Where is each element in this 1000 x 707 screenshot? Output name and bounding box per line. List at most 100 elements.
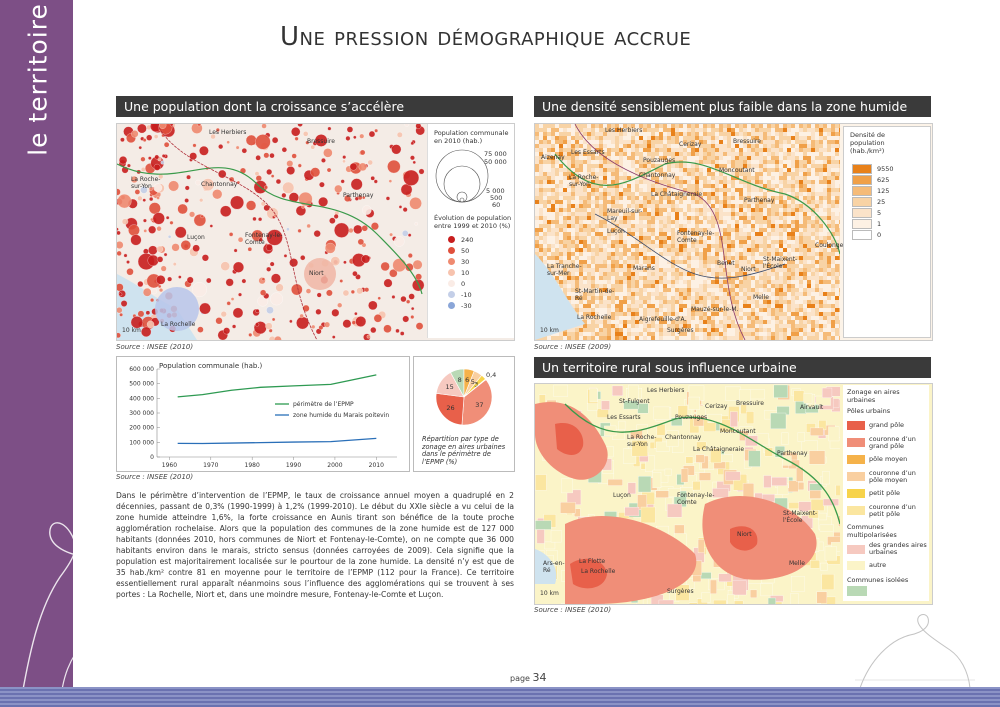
commune-circle [395, 328, 400, 333]
map3-legend-swatch [847, 506, 865, 515]
map2-legend-list: 9550 625 125 25 5 1 0 [852, 163, 894, 240]
map3-label-18: La Rochelle [581, 568, 616, 575]
pie-slice-label: 8 [458, 376, 462, 384]
commune-circle [201, 254, 209, 262]
commune-circle [327, 126, 332, 131]
commune-circle [306, 223, 311, 229]
density-map: Les Herbiers Cerizay Bressuire Aizenay L… [534, 123, 933, 341]
commune-circle [297, 124, 303, 127]
commune-circle [146, 320, 155, 328]
bottom-band [0, 687, 1000, 707]
commune-circle [156, 196, 160, 200]
commune-circle [356, 287, 364, 295]
commune-circle [334, 222, 350, 238]
commune-circle [366, 334, 371, 339]
commune-circle [412, 160, 416, 165]
commune-circle [189, 211, 196, 218]
commune-circle [191, 124, 203, 134]
commune-circle [391, 144, 402, 155]
commune-circle [359, 133, 365, 139]
commune-circle [294, 136, 299, 141]
y-tick-label: 300 000 [129, 410, 154, 417]
commune-circle [367, 159, 373, 166]
heron-illustration-right [855, 614, 975, 689]
y-tick-label: 200 000 [129, 425, 154, 432]
commune-circle [206, 277, 212, 284]
commune-circle [149, 197, 154, 202]
map2-legend-swatch [852, 185, 872, 196]
map3-multi-swatch [847, 560, 865, 570]
commune-circle [152, 212, 165, 225]
commune-circle [398, 205, 403, 209]
commune-circle [163, 252, 168, 257]
commune-circle [126, 268, 134, 276]
map1-evo-swatch [448, 236, 455, 243]
map1-legend-evo-title: Évolution de population entre 1999 et 20… [434, 214, 512, 230]
pie-slice-label: 6 [465, 376, 469, 384]
x-tick-label: 1990 [286, 462, 301, 469]
map2-legend-item: 25 [852, 196, 894, 207]
commune-circle [286, 160, 294, 167]
commune-circle [199, 145, 209, 156]
commune-circle [241, 148, 247, 154]
commune-circle [265, 322, 273, 330]
page-title: Une pression démographique accrue [280, 22, 692, 52]
line-chart-canvas: 0 100 000 200 000 300 000 400 000 500 000 600 … [129, 366, 397, 469]
map3-legend-item: couronne d’un grand pôle [847, 434, 927, 451]
commune-circle [255, 308, 260, 314]
map1-label-parthenay: Parthenay [343, 192, 374, 199]
map2-legend: Densité de population (hab./km²) 9550 625… [843, 126, 931, 338]
commune-circle [233, 248, 238, 253]
commune-circle [159, 288, 164, 293]
map2-label-23: La Rochelle [577, 314, 612, 321]
map2-label-13: Fontenay-le-Comte [677, 230, 715, 244]
commune-circle [117, 230, 121, 236]
commune-circle [383, 324, 392, 333]
commune-circle [172, 262, 177, 266]
map2-legend-label: 1 [877, 219, 882, 228]
map2-legend-item: 0 [852, 229, 894, 240]
commune-circle [228, 232, 234, 237]
commune-circle [406, 299, 411, 304]
map2-legend-item: 1 [852, 218, 894, 229]
map1-label-niort: Niort [309, 270, 324, 277]
commune-circle [361, 254, 371, 264]
commune-circle [212, 189, 223, 200]
map3-legend-label: grand pôle [869, 421, 905, 429]
commune-circle [323, 148, 333, 158]
commune-circle [400, 331, 405, 336]
commune-circle [316, 292, 322, 298]
map2-label-25: Surgères [667, 327, 694, 334]
commune-circle [160, 160, 165, 165]
map3-label-13: Fontenay-le-Comte [677, 492, 715, 506]
map3-legend-item: pôle moyen [847, 451, 927, 468]
zoning-pie-chart: 37 26 15 8 6 5 3 0,4 Répartition par type de zo… [413, 356, 515, 472]
map1-legend-size-title: Population communale en 2010 (hab.) [434, 129, 509, 145]
page-prefix: page [510, 674, 530, 683]
commune-circle [402, 207, 408, 213]
commune-circle [315, 308, 322, 315]
commune-circle [415, 273, 422, 281]
commune-circle [156, 226, 162, 232]
commune-circle [270, 273, 281, 284]
map3-source: Source : INSEE (2010) [534, 606, 612, 614]
commune-circle [148, 225, 157, 234]
commune-circle [385, 196, 391, 201]
commune-circle [156, 275, 166, 285]
commune-circle [143, 229, 148, 233]
commune-circle [247, 247, 252, 252]
map3-legend-title: Zonage en aires urbaines [847, 388, 900, 404]
commune-circle [230, 297, 235, 301]
commune-circle [414, 222, 419, 226]
commune-circle [260, 289, 267, 296]
map3-legend-label: couronne d’un grand pôle [869, 434, 916, 450]
map3-label-14: St-Maixent-l'École [783, 510, 818, 524]
commune-circle [380, 261, 390, 272]
map1-label-la-rochelle: La Rochelle [161, 321, 196, 328]
map1-evo-swatch [448, 291, 455, 298]
y-tick-label: 400 000 [129, 395, 154, 402]
commune-circle [160, 265, 167, 272]
commune-circle [409, 197, 422, 210]
commune-circle [148, 156, 152, 160]
map2-label-9: La Châtaigneraie [651, 191, 703, 198]
